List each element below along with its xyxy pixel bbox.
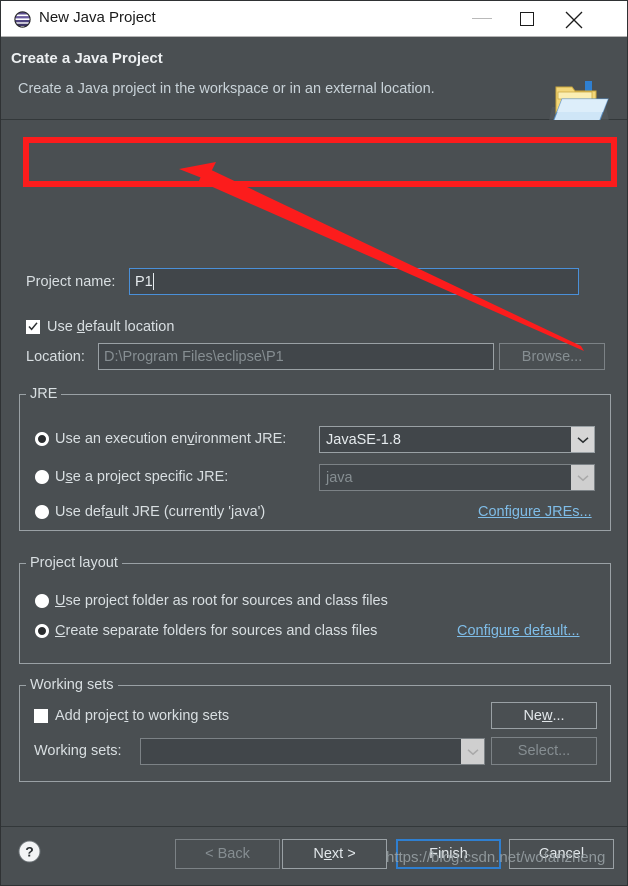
radio-project-specific-jre[interactable] bbox=[35, 470, 49, 484]
working-sets-group-title: Working sets bbox=[26, 677, 118, 693]
location-input[interactable]: D:\Program Files\eclipse\P1 bbox=[98, 343, 494, 370]
close-icon bbox=[565, 11, 583, 29]
window-titlebar: New Java Project bbox=[1, 1, 627, 37]
eclipse-sphere-icon bbox=[14, 11, 31, 28]
radio-execution-environment-jre[interactable] bbox=[35, 432, 49, 446]
select-working-set-button[interactable]: Select... bbox=[491, 737, 597, 765]
radio-project-folder-root-label: Use project folder as root for sources a… bbox=[55, 593, 388, 609]
project-name-input[interactable]: P1 bbox=[129, 268, 579, 295]
minimize-icon bbox=[472, 18, 492, 19]
browse-button[interactable]: Browse... bbox=[499, 343, 605, 370]
minimize-button[interactable] bbox=[459, 1, 505, 36]
window-title: New Java Project bbox=[39, 9, 156, 26]
add-project-to-working-sets-checkbox[interactable] bbox=[34, 709, 48, 723]
radio-separate-folders-label: Create separate folders for sources and … bbox=[55, 623, 378, 639]
finish-button[interactable]: Finish bbox=[396, 839, 501, 869]
dialog-body: Project name: P1 Use default location Lo… bbox=[1, 120, 627, 826]
project-name-value: P1 bbox=[135, 273, 153, 290]
checkmark-icon bbox=[28, 322, 38, 331]
execution-environment-value: JavaSE-1.8 bbox=[326, 431, 401, 448]
jre-group-title: JRE bbox=[26, 386, 62, 402]
text-caret bbox=[153, 273, 154, 290]
working-sets-combo[interactable] bbox=[140, 738, 485, 765]
radio-default-jre-label: Use default JRE (currently 'java') bbox=[55, 504, 266, 520]
next-button[interactable]: Ne xt > bbox=[282, 839, 387, 869]
use-default-location-label: Use default location bbox=[47, 319, 175, 335]
maximize-icon bbox=[520, 12, 534, 26]
location-label: Location: bbox=[26, 349, 85, 365]
close-button[interactable] bbox=[551, 1, 597, 36]
radio-separate-folders[interactable] bbox=[35, 624, 49, 638]
radio-default-jre[interactable] bbox=[35, 505, 49, 519]
working-sets-group bbox=[19, 685, 611, 782]
help-question-icon[interactable]: ? bbox=[18, 840, 41, 863]
project-name-label: Project name: bbox=[26, 274, 116, 290]
back-button[interactable]: < Back bbox=[175, 839, 280, 869]
execution-environment-combo[interactable]: JavaSE-1.8 bbox=[319, 426, 595, 453]
cancel-button[interactable]: Cancel bbox=[509, 839, 614, 869]
radio-project-folder-root[interactable] bbox=[35, 594, 49, 608]
dialog-banner: Create a Java Project Create a Java proj… bbox=[1, 37, 627, 135]
add-project-to-working-sets-label: Add project to working sets bbox=[55, 708, 230, 724]
configure-default-link[interactable]: Configure default... bbox=[457, 623, 580, 639]
new-working-set-button[interactable]: Ne w... bbox=[491, 702, 597, 729]
project-specific-jre-combo[interactable]: java bbox=[319, 464, 595, 491]
configure-jres-link[interactable]: Configure JREs... bbox=[478, 504, 592, 520]
new-java-project-dialog: New Java Project Create a Java Project C… bbox=[0, 0, 628, 886]
chevron-down-icon-disabled bbox=[571, 465, 594, 490]
project-layout-group bbox=[19, 563, 611, 664]
svg-text:?: ? bbox=[25, 844, 34, 860]
banner-subtitle: Create a Java project in the workspace o… bbox=[18, 81, 435, 97]
radio-project-specific-jre-label: Use a project specific JRE: bbox=[55, 469, 229, 485]
banner-title: Create a Java Project bbox=[11, 50, 163, 67]
radio-execution-environment-jre-label: Use an execution environment JRE: bbox=[55, 431, 287, 447]
working-sets-combo-label: Working sets: bbox=[34, 743, 122, 759]
chevron-down-icon[interactable] bbox=[571, 427, 594, 452]
project-specific-jre-value: java bbox=[326, 469, 353, 486]
maximize-button[interactable] bbox=[505, 1, 551, 36]
use-default-location-checkbox[interactable] bbox=[26, 320, 40, 334]
location-value: D:\Program Files\eclipse\P1 bbox=[104, 348, 284, 365]
project-layout-group-title: Project layout bbox=[26, 555, 122, 571]
chevron-down-icon-working-sets bbox=[461, 739, 484, 764]
